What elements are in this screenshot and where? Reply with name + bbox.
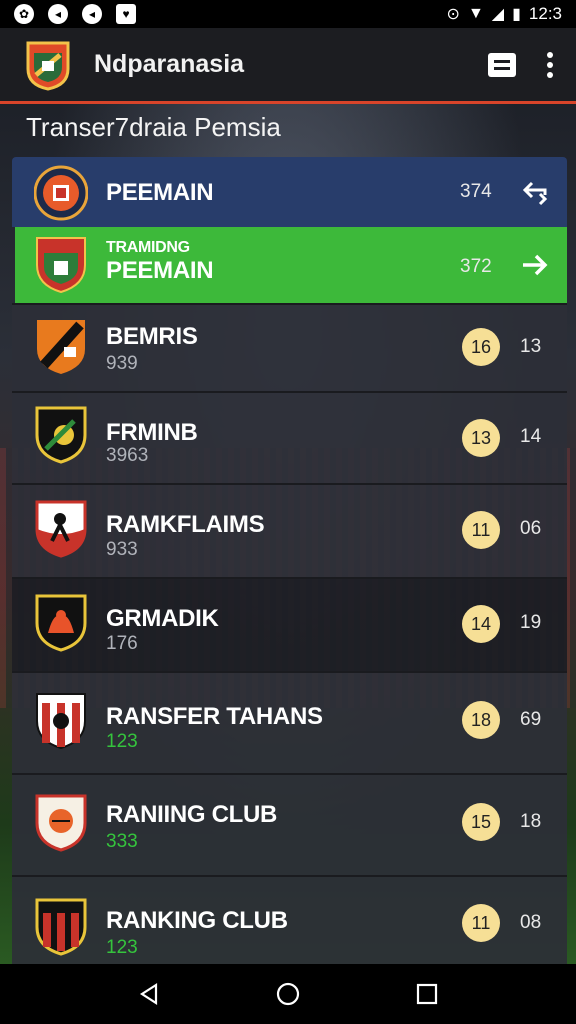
section-title: Transer7draia Pemsia <box>26 112 281 142</box>
club-value: 13 <box>520 336 542 357</box>
signal-icon: ◢ <box>491 6 505 23</box>
club-score: 372 <box>460 256 492 277</box>
club-score: 374 <box>460 181 492 202</box>
list-item[interactable]: RANSFER TAHANS 123 18 69 <box>12 671 567 773</box>
app-title: Ndparanasia <box>94 50 245 78</box>
recents-icon[interactable] <box>414 981 440 1007</box>
club-crest-icon <box>37 320 85 374</box>
club-name: GRMADIK <box>106 605 219 632</box>
status-bar: ✿ ◂ ◂ ♥ ⊙ ▼ ◢ ▮ 12:3 <box>0 0 576 28</box>
home-icon[interactable] <box>275 981 301 1007</box>
battery-icon: ▮ <box>512 6 521 23</box>
rank-badge: 13 <box>462 419 500 457</box>
club-name: RANSFER TAHANS <box>106 703 323 730</box>
sync-icon: ⊙ <box>446 6 460 23</box>
club-name: RANIING CLUB <box>106 801 278 828</box>
list-item-selected[interactable]: PEEMAIN 374 <box>12 157 567 227</box>
club-name: RAMKFLAIMS <box>106 511 265 538</box>
club-name: PEEMAIN <box>106 179 214 206</box>
club-value: 08 <box>520 912 542 933</box>
status-time: 12:3 <box>528 4 562 23</box>
club-crest-icon <box>35 406 87 464</box>
notification-icons: ✿ ◂ ◂ ♥ <box>14 4 136 24</box>
club-tag: TRAMIDNG <box>106 239 190 256</box>
club-name: RANKING CLUB <box>106 907 288 934</box>
club-name: BEMRIS <box>106 323 198 350</box>
list-icon[interactable] <box>488 52 516 77</box>
app-logo <box>26 41 70 91</box>
notification-icon: ◂ <box>82 4 102 24</box>
list-item[interactable]: BEMRIS 939 16 13 <box>12 303 567 391</box>
rank-badge: 18 <box>462 701 500 739</box>
club-value: 19 <box>520 612 542 633</box>
notification-icon: ◂ <box>48 4 68 24</box>
club-crest-icon <box>35 794 87 852</box>
club-sub: 939 <box>106 353 138 374</box>
club-crest-icon <box>35 898 87 956</box>
swap-icon[interactable] <box>520 177 550 207</box>
club-sub: 123 <box>106 731 138 752</box>
club-name: PEEMAIN <box>106 257 214 284</box>
rank-badge: 14 <box>462 605 500 643</box>
wifi-icon: ▼ <box>467 5 484 22</box>
club-crest-icon <box>35 594 87 652</box>
list-item[interactable]: FRMINB 3963 13 14 <box>12 391 567 483</box>
club-crest-icon <box>34 165 88 221</box>
club-name: FRMINB <box>106 419 198 446</box>
list-item-featured[interactable]: TRAMIDNG PEEMAIN 372 <box>15 227 567 303</box>
rank-badge: 15 <box>462 803 500 841</box>
rank-badge: 11 <box>462 904 500 942</box>
notification-icon: ✿ <box>14 4 34 24</box>
club-sub: 933 <box>106 539 138 560</box>
club-value: 14 <box>520 426 542 447</box>
rank-badge: 16 <box>462 328 500 366</box>
club-sub: 3963 <box>106 445 149 466</box>
club-value: 06 <box>520 518 542 539</box>
club-value: 18 <box>520 811 542 832</box>
list-item[interactable]: RANKING CLUB 123 11 08 <box>12 875 567 964</box>
notification-icon: ♥ <box>116 4 136 24</box>
list-item[interactable]: RANIING CLUB 333 15 18 <box>12 773 567 875</box>
club-crest-icon <box>36 237 86 294</box>
back-icon[interactable] <box>136 981 162 1007</box>
list-item[interactable]: RAMKFLAIMS 933 11 06 <box>12 483 567 577</box>
app-bar: Ndparanasia <box>0 28 576 104</box>
club-sub: 176 <box>106 633 138 654</box>
navigation-bar <box>0 964 576 1024</box>
rank-badge: 11 <box>462 511 500 549</box>
club-sub: 123 <box>106 937 138 958</box>
club-value: 69 <box>520 709 542 730</box>
club-crest-icon <box>35 500 87 558</box>
arrow-right-icon[interactable] <box>520 250 550 280</box>
list-item[interactable]: GRMADIK 176 14 19 <box>12 577 567 671</box>
club-sub: 333 <box>106 831 138 852</box>
club-crest-icon <box>36 693 86 750</box>
more-vert-icon[interactable] <box>546 51 554 78</box>
